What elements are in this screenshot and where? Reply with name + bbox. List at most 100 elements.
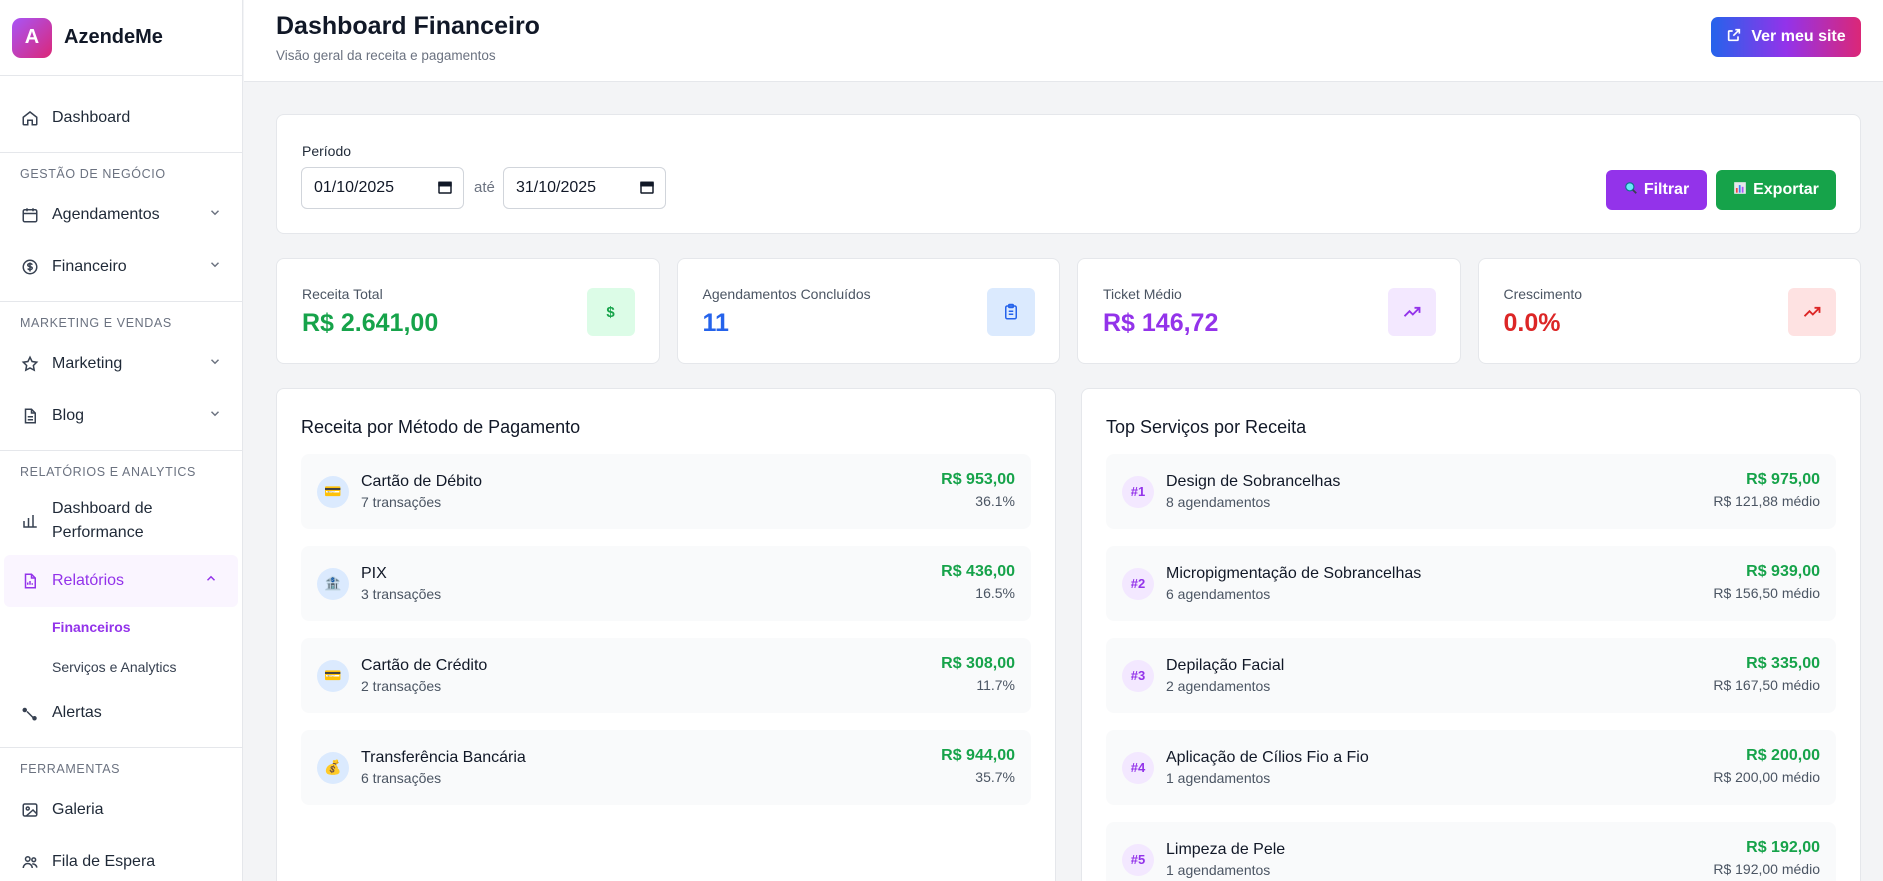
brand-logo: A: [12, 17, 52, 58]
list-item[interactable]: 💳 Cartão de Débito 7 transações R$ 953,00…: [301, 454, 1031, 529]
period-label: Período: [302, 143, 352, 159]
sidebar-subitem-servicos[interactable]: Serviços e Analytics: [0, 647, 242, 687]
sidebar-item-dashboard[interactable]: Dashboard: [0, 92, 242, 144]
money-bag-icon: 💰: [317, 751, 349, 784]
stats-row: Receita Total R$ 2.641,00 $ Agendamentos…: [276, 258, 1861, 364]
calendar-icon[interactable]: [639, 179, 655, 200]
report-icon: [20, 571, 40, 591]
item-amount: R$ 200,00: [1746, 747, 1820, 764]
section-label-marketing: MARKETING E VENDAS: [0, 301, 242, 338]
credit-card-icon: 💳: [317, 659, 349, 692]
chevron-down-icon: [208, 407, 222, 426]
alert-icon: [20, 703, 40, 723]
dollar-icon: $: [586, 288, 635, 336]
section-label-business: GESTÃO DE NEGÓCIO: [0, 152, 242, 189]
item-name: Aplicação de Cílios Fio a Fio: [1166, 749, 1369, 766]
item-sub: 2 transações: [361, 678, 442, 694]
brand[interactable]: A AzendeMe: [0, 0, 242, 76]
list-item[interactable]: #4 Aplicação de Cílios Fio a Fio 1 agenda…: [1106, 730, 1836, 805]
sidebar-subitem-financeiros[interactable]: Financeiros: [0, 607, 242, 647]
sidebar-item-performance[interactable]: Dashboard de Performance: [0, 487, 242, 555]
sidebar-item-relatorios[interactable]: Relatórios: [4, 555, 238, 607]
sidebar-item-alertas[interactable]: Alertas: [0, 687, 242, 739]
rank-badge: #2: [1122, 567, 1154, 600]
bank-icon: 🏦: [317, 567, 349, 600]
image-icon: [20, 800, 40, 820]
item-name: Design de Sobrancelhas: [1166, 473, 1341, 490]
sidebar-item-marketing[interactable]: Marketing: [0, 338, 242, 390]
export-button[interactable]: Exportar: [1716, 170, 1836, 210]
list-item[interactable]: #3 Depilação Facial 2 agendamentos R$ 335…: [1106, 638, 1836, 713]
dollar-circle-icon: [20, 257, 40, 277]
stat-card-growth: Crescimento 0.0%: [1477, 258, 1861, 364]
users-icon: [20, 852, 40, 872]
brand-name: AzendeMe: [64, 26, 163, 48]
stat-label: Agendamentos Concluídos: [702, 286, 871, 302]
stat-card-revenue: Receita Total R$ 2.641,00 $: [276, 258, 660, 364]
rank-badge: #4: [1122, 751, 1154, 784]
list-item[interactable]: #2 Micropigmentação de Sobrancelhas 6 age…: [1106, 546, 1836, 621]
item-amount: R$ 953,00: [941, 471, 1015, 488]
sidebar-item-label: Alertas: [52, 704, 102, 721]
item-amount: R$ 939,00: [1746, 563, 1820, 580]
trend-up-icon: [1788, 288, 1836, 336]
sidebar-item-blog[interactable]: Blog: [0, 390, 242, 442]
start-date-input[interactable]: 01/10/2025: [301, 167, 464, 209]
item-name: Depilação Facial: [1166, 657, 1285, 674]
item-name: Limpeza de Pele: [1166, 841, 1286, 858]
item-name: Cartão de Débito: [361, 473, 482, 490]
period-filter: Período 01/10/2025 até 31/10/2025 Filtra…: [276, 114, 1861, 234]
list-item[interactable]: 💳 Cartão de Crédito 2 transações R$ 308,0…: [301, 638, 1031, 713]
list-item[interactable]: #1 Design de Sobrancelhas 8 agendamentos …: [1106, 454, 1836, 529]
sidebar-item-label: Dashboard: [52, 109, 131, 126]
stat-value: R$ 146,72: [1103, 309, 1219, 337]
item-amount: R$ 975,00: [1746, 471, 1820, 488]
stat-value: 0.0%: [1503, 309, 1561, 337]
item-sub: 6 agendamentos: [1166, 586, 1271, 602]
view-site-button[interactable]: Ver meu site: [1711, 17, 1861, 57]
sidebar-item-label: Financeiro: [52, 258, 127, 275]
item-amount: R$ 308,00: [941, 655, 1015, 672]
item-average: R$ 156,50 médio: [1713, 585, 1820, 601]
sidebar-nav: Dashboard GESTÃO DE NEGÓCIO Agendamentos…: [0, 76, 242, 881]
item-name: Cartão de Crédito: [361, 657, 488, 674]
item-name: Transferência Bancária: [361, 749, 526, 766]
sidebar-item-label: Galeria: [52, 801, 104, 818]
item-average: R$ 200,00 médio: [1713, 769, 1820, 785]
end-date-value: 31/10/2025: [516, 179, 597, 196]
credit-card-icon: 💳: [317, 475, 349, 508]
page-title: Dashboard Financeiro: [276, 12, 540, 40]
stat-value: 11: [702, 309, 729, 337]
date-separator: até: [474, 179, 495, 196]
export-label: Exportar: [1753, 181, 1819, 198]
item-amount: R$ 192,00: [1746, 839, 1820, 856]
start-date-value: 01/10/2025: [314, 179, 395, 196]
end-date-input[interactable]: 31/10/2025: [503, 167, 666, 209]
clipboard-icon: [987, 288, 1035, 336]
sidebar-item-label: Agendamentos: [52, 206, 160, 223]
list-item[interactable]: 🏦 PIX 3 transações R$ 436,00 16.5%: [301, 546, 1031, 621]
sidebar-item-galeria[interactable]: Galeria: [0, 784, 242, 836]
main-content: Período 01/10/2025 até 31/10/2025 Filtra…: [244, 82, 1883, 881]
chart-icon: [1733, 181, 1747, 200]
stat-label: Ticket Médio: [1103, 286, 1182, 302]
item-amount: R$ 436,00: [941, 563, 1015, 580]
sidebar-item-financeiro[interactable]: Financeiro: [0, 241, 242, 293]
sidebar-item-agendamentos[interactable]: Agendamentos: [0, 189, 242, 241]
view-site-label: Ver meu site: [1751, 28, 1846, 45]
section-label-tools: FERRAMENTAS: [0, 747, 242, 784]
item-sub: 2 agendamentos: [1166, 678, 1271, 694]
item-percent: 11.7%: [976, 677, 1015, 693]
sidebar-item-fila[interactable]: Fila de Espera: [0, 836, 242, 881]
payment-methods-panel: Receita por Método de Pagamento 💳 Cartão…: [276, 388, 1056, 881]
page-header: Dashboard Financeiro Visão geral da rece…: [244, 0, 1883, 82]
filter-button[interactable]: Filtrar: [1606, 170, 1707, 210]
calendar-icon[interactable]: [437, 179, 453, 200]
item-name: PIX: [361, 565, 387, 582]
item-sub: 8 agendamentos: [1166, 494, 1271, 510]
trend-up-icon: [1387, 288, 1436, 336]
list-item[interactable]: 💰 Transferência Bancária 6 transações R$ …: [301, 730, 1031, 805]
item-average: R$ 121,88 médio: [1713, 493, 1820, 509]
sidebar-item-label: Dashboard de Performance: [52, 500, 153, 541]
list-item[interactable]: #5 Limpeza de Pele 1 agendamentos R$ 192,…: [1106, 822, 1836, 881]
